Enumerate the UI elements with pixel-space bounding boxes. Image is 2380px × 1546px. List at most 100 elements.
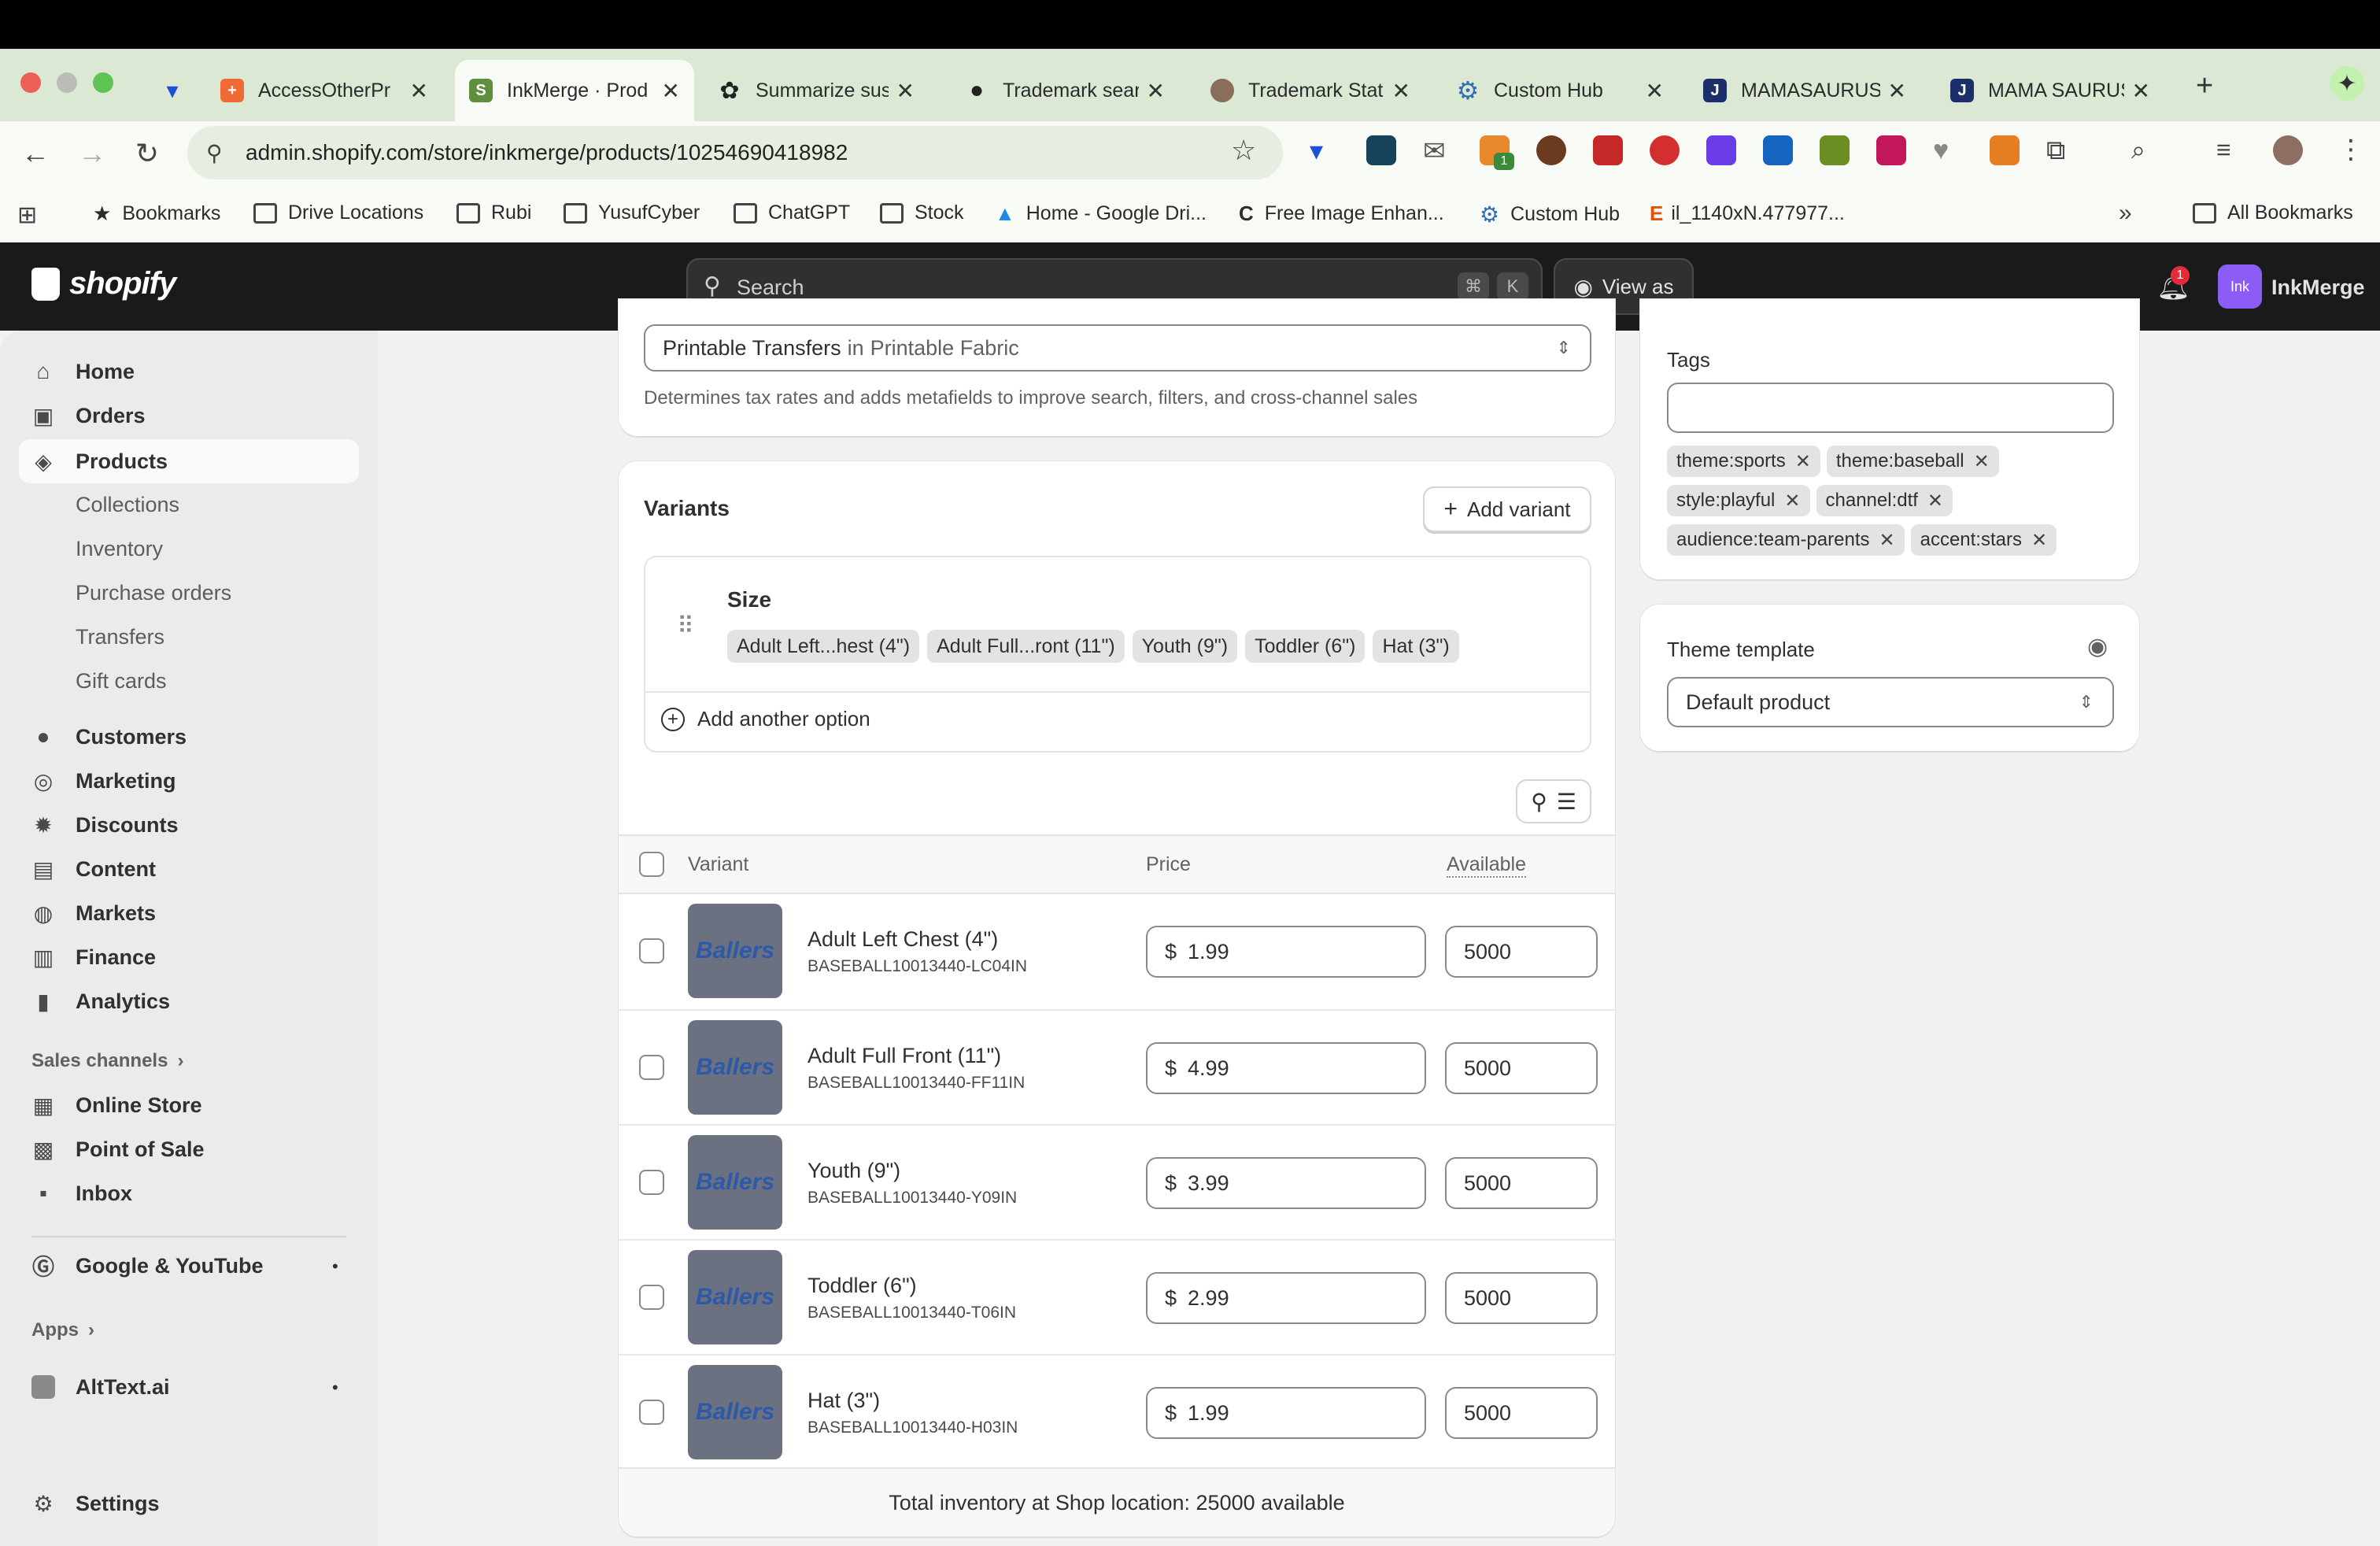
nav-transfers[interactable]: Transfers	[76, 625, 164, 649]
reload-icon[interactable]: ↻	[128, 134, 167, 173]
bookmark-chatgpt[interactable]: ChatGPT	[734, 202, 850, 224]
apps-heading[interactable]: Apps ›	[31, 1319, 94, 1341]
variant-name[interactable]: Toddler (6")	[808, 1274, 917, 1298]
nav-alttext[interactable]: AltText.ai	[31, 1365, 170, 1409]
p-extension-icon[interactable]	[1706, 135, 1736, 165]
heart-extension-icon[interactable]: ♥	[1933, 135, 1963, 165]
tab-3[interactable]: ✿ Summarize sus ✕	[704, 60, 929, 121]
select-all-checkbox[interactable]	[639, 852, 664, 877]
close-tab-icon[interactable]: ✕	[1646, 78, 1664, 104]
close-window-button[interactable]	[20, 72, 41, 93]
nav-purchase-orders[interactable]: Purchase orders	[76, 581, 231, 605]
nav-online-store[interactable]: ▦ Online Store	[31, 1083, 202, 1127]
close-tab-icon[interactable]: ✕	[1392, 78, 1410, 104]
price-input[interactable]: $3.99	[1146, 1157, 1426, 1209]
profile-avatar[interactable]	[2273, 135, 2303, 165]
bookmark-bookmarks[interactable]: ★ Bookmarks	[93, 202, 220, 226]
site-info-icon[interactable]: ⚲	[206, 140, 223, 166]
tab-search-icon[interactable]: ⌕	[2131, 135, 2161, 165]
row-checkbox[interactable]	[639, 1170, 664, 1195]
variant-name[interactable]: Adult Left Chest (4")	[808, 927, 998, 952]
add-another-option-button[interactable]: + Add another option	[661, 707, 870, 731]
variant-name[interactable]: Adult Full Front (11")	[808, 1044, 1001, 1068]
close-tab-icon[interactable]: ✕	[896, 78, 915, 104]
remove-tag-icon[interactable]: ✕	[1879, 529, 1894, 552]
variant-row[interactable]: Ballers Adult Left Chest (4") BASEBALL1001…	[619, 894, 1615, 1009]
row-checkbox[interactable]	[639, 1400, 664, 1425]
lr-extension-icon[interactable]	[1876, 135, 1906, 165]
variant-row[interactable]: Ballers Youth (9") BASEBALL10013440-Y09IN $…	[619, 1124, 1615, 1239]
variant-name[interactable]: Youth (9")	[808, 1159, 900, 1183]
nav-home[interactable]: ⌂ Home	[31, 350, 135, 394]
drag-handle-icon[interactable]: ⠿	[677, 612, 694, 640]
price-input[interactable]: $1.99	[1146, 926, 1426, 978]
back-icon[interactable]: ←	[16, 134, 55, 173]
sales-channels-heading[interactable]: Sales channels ›	[31, 1050, 183, 1072]
store-avatar[interactable]: Ink	[2218, 264, 2262, 309]
tab-2[interactable]: S InkMerge · Prod ✕	[455, 60, 694, 121]
nav-inventory[interactable]: Inventory	[76, 537, 163, 561]
col-variant[interactable]: Variant	[688, 853, 748, 876]
bookmarks-overflow-button[interactable]: »	[2119, 200, 2132, 227]
add-variant-button[interactable]: + Add variant	[1423, 486, 1591, 532]
store-name[interactable]: InkMerge	[2271, 276, 2365, 300]
available-input[interactable]: 5000	[1445, 926, 1598, 978]
apps-grid-icon[interactable]: ⊞	[17, 202, 37, 229]
variant-thumbnail[interactable]: Ballers	[688, 904, 782, 998]
nav-settings[interactable]: ⚙ Settings	[31, 1481, 159, 1526]
chart-extension-icon[interactable]	[1763, 135, 1793, 165]
price-input[interactable]: $2.99	[1146, 1272, 1426, 1324]
variant-row[interactable]: Ballers Toddler (6") BASEBALL10013440-T06I…	[619, 1239, 1615, 1354]
tab-1[interactable]: + AccessOtherPr ✕	[206, 60, 442, 121]
glasses-extension-icon[interactable]	[1820, 135, 1850, 165]
media-icon[interactable]: ≡	[2216, 135, 2246, 165]
remove-tag-icon[interactable]: ✕	[1974, 450, 1990, 473]
variant-thumbnail[interactable]: Ballers	[688, 1250, 782, 1344]
close-tab-icon[interactable]: ✕	[662, 78, 680, 104]
tag-chip[interactable]: accent:stars ✕	[1910, 524, 2057, 556]
tag-chip[interactable]: audience:team-parents ✕	[1667, 524, 1905, 556]
tags-input[interactable]	[1667, 383, 2114, 433]
tag-chip[interactable]: channel:dtf ✕	[1816, 485, 1953, 516]
remove-tag-icon[interactable]: ✕	[1784, 490, 1800, 512]
nav-orders[interactable]: ▣ Orders	[31, 394, 146, 438]
vpn-extension-icon[interactable]: ▾	[1310, 135, 1340, 166]
nav-products[interactable]: ◈ Products	[31, 439, 168, 483]
row-checkbox[interactable]	[639, 1285, 664, 1310]
available-input[interactable]: 5000	[1445, 1157, 1598, 1209]
nav-google-youtube[interactable]: Ⓖ Google & YouTube	[31, 1244, 264, 1288]
variant-row[interactable]: Ballers Adult Full Front (11") BASEBALL100…	[619, 1009, 1615, 1124]
close-tab-icon[interactable]: ✕	[1888, 78, 1906, 104]
tag-chip[interactable]: theme:sports ✕	[1667, 446, 1820, 477]
price-input[interactable]: $1.99	[1146, 1387, 1426, 1439]
nav-point-of-sale[interactable]: ▩ Point of Sale	[31, 1127, 205, 1171]
tab-5[interactable]: Trademark Stat ✕	[1196, 60, 1425, 121]
nav-finance[interactable]: ▥ Finance	[31, 935, 156, 979]
close-tab-icon[interactable]: ✕	[1147, 78, 1165, 104]
shopify-logo[interactable]: shopify	[31, 266, 176, 301]
all-bookmarks[interactable]: All Bookmarks	[2193, 202, 2353, 224]
price-input[interactable]: $4.99	[1146, 1042, 1426, 1094]
row-checkbox[interactable]	[639, 938, 664, 963]
variant-thumbnail[interactable]: Ballers	[688, 1020, 782, 1115]
bookmark-custom-hub[interactable]: ⚙ Custom Hub	[1480, 202, 1620, 227]
nav-marketing[interactable]: ◎ Marketing	[31, 759, 176, 803]
close-tab-icon[interactable]: ✕	[410, 78, 428, 104]
nav-analytics[interactable]: ▮ Analytics	[31, 979, 170, 1023]
variant-thumbnail[interactable]: Ballers	[688, 1365, 782, 1459]
tab-6[interactable]: ⚙ Custom Hub ✕	[1442, 60, 1678, 121]
tab-7[interactable]: J MAMASAURUS ✕	[1689, 60, 1920, 121]
browser-menu-icon[interactable]: ⋮	[2338, 134, 2364, 165]
close-tab-icon[interactable]: ✕	[2132, 78, 2150, 104]
col-available[interactable]: Available	[1447, 853, 1527, 878]
bookmark-star-icon[interactable]: ☆	[1231, 134, 1256, 167]
tab-4[interactable]: ● Trademark sear ✕	[951, 60, 1179, 121]
remove-tag-icon[interactable]: ✕	[2031, 529, 2047, 552]
bookmark-drive-locations[interactable]: Drive Locations	[253, 202, 423, 224]
puzzle-extensions-icon[interactable]: ⧉	[2046, 135, 2076, 165]
category-select[interactable]: Printable Transfers in Printable Fabric …	[644, 324, 1591, 372]
theme-template-select[interactable]: Default product ⇕	[1667, 677, 2114, 727]
nav-customers[interactable]: ● Customers	[31, 715, 187, 759]
adblock-extension-icon[interactable]	[1650, 135, 1680, 165]
bookmark-rubi[interactable]: Rubi	[456, 202, 531, 224]
